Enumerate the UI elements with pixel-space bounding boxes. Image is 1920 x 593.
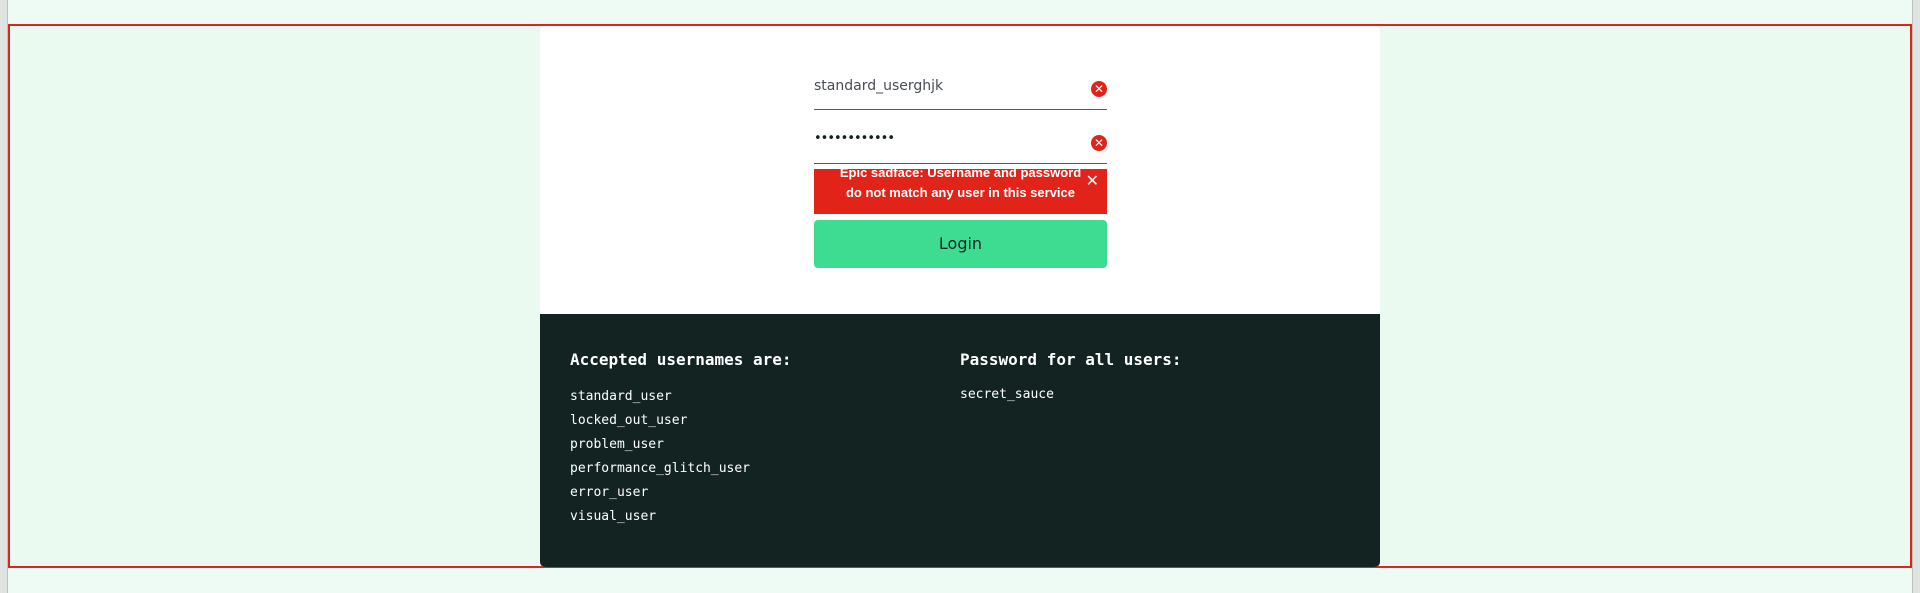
- list-item: performance_glitch_user: [570, 461, 751, 476]
- login-button[interactable]: Login: [814, 220, 1107, 268]
- list-item: visual_user: [570, 509, 657, 524]
- credentials-panel: Accepted usernames are: standard_user lo…: [540, 314, 1380, 567]
- password-heading: Password for all users:: [960, 350, 1182, 369]
- error-message-banner: Epic sadface: Username and password do n…: [814, 169, 1107, 214]
- close-icon[interactable]: ✕: [1086, 173, 1099, 189]
- window-edge-right: [1912, 0, 1920, 593]
- list-item: error_user: [570, 485, 649, 500]
- password-column: Password for all users: secret_sauce: [960, 350, 1182, 407]
- login-panel: standard_userghjk ✕ •••••••••••• ✕ Epic …: [540, 26, 1380, 567]
- password-error-icon: ✕: [1091, 135, 1107, 151]
- list-item: problem_user: [570, 437, 664, 452]
- list-item: secret_sauce: [960, 387, 1054, 402]
- username-field[interactable]: standard_userghjk ✕: [814, 68, 1107, 110]
- usernames-column: Accepted usernames are: standard_user lo…: [570, 350, 792, 529]
- username-error-icon: ✕: [1091, 81, 1107, 97]
- error-message-text: Epic sadface: Username and password do n…: [839, 169, 1082, 200]
- username-input[interactable]: standard_userghjk: [814, 78, 943, 94]
- list-item: locked_out_user: [570, 413, 688, 428]
- list-item: standard_user: [570, 389, 672, 404]
- password-field[interactable]: •••••••••••• ✕: [814, 122, 1107, 164]
- window-edge-left: [0, 0, 8, 593]
- usernames-list: standard_user locked_out_user problem_us…: [570, 385, 792, 529]
- password-input[interactable]: ••••••••••••: [814, 131, 895, 146]
- usernames-heading: Accepted usernames are:: [570, 350, 792, 369]
- password-list: secret_sauce: [960, 383, 1182, 407]
